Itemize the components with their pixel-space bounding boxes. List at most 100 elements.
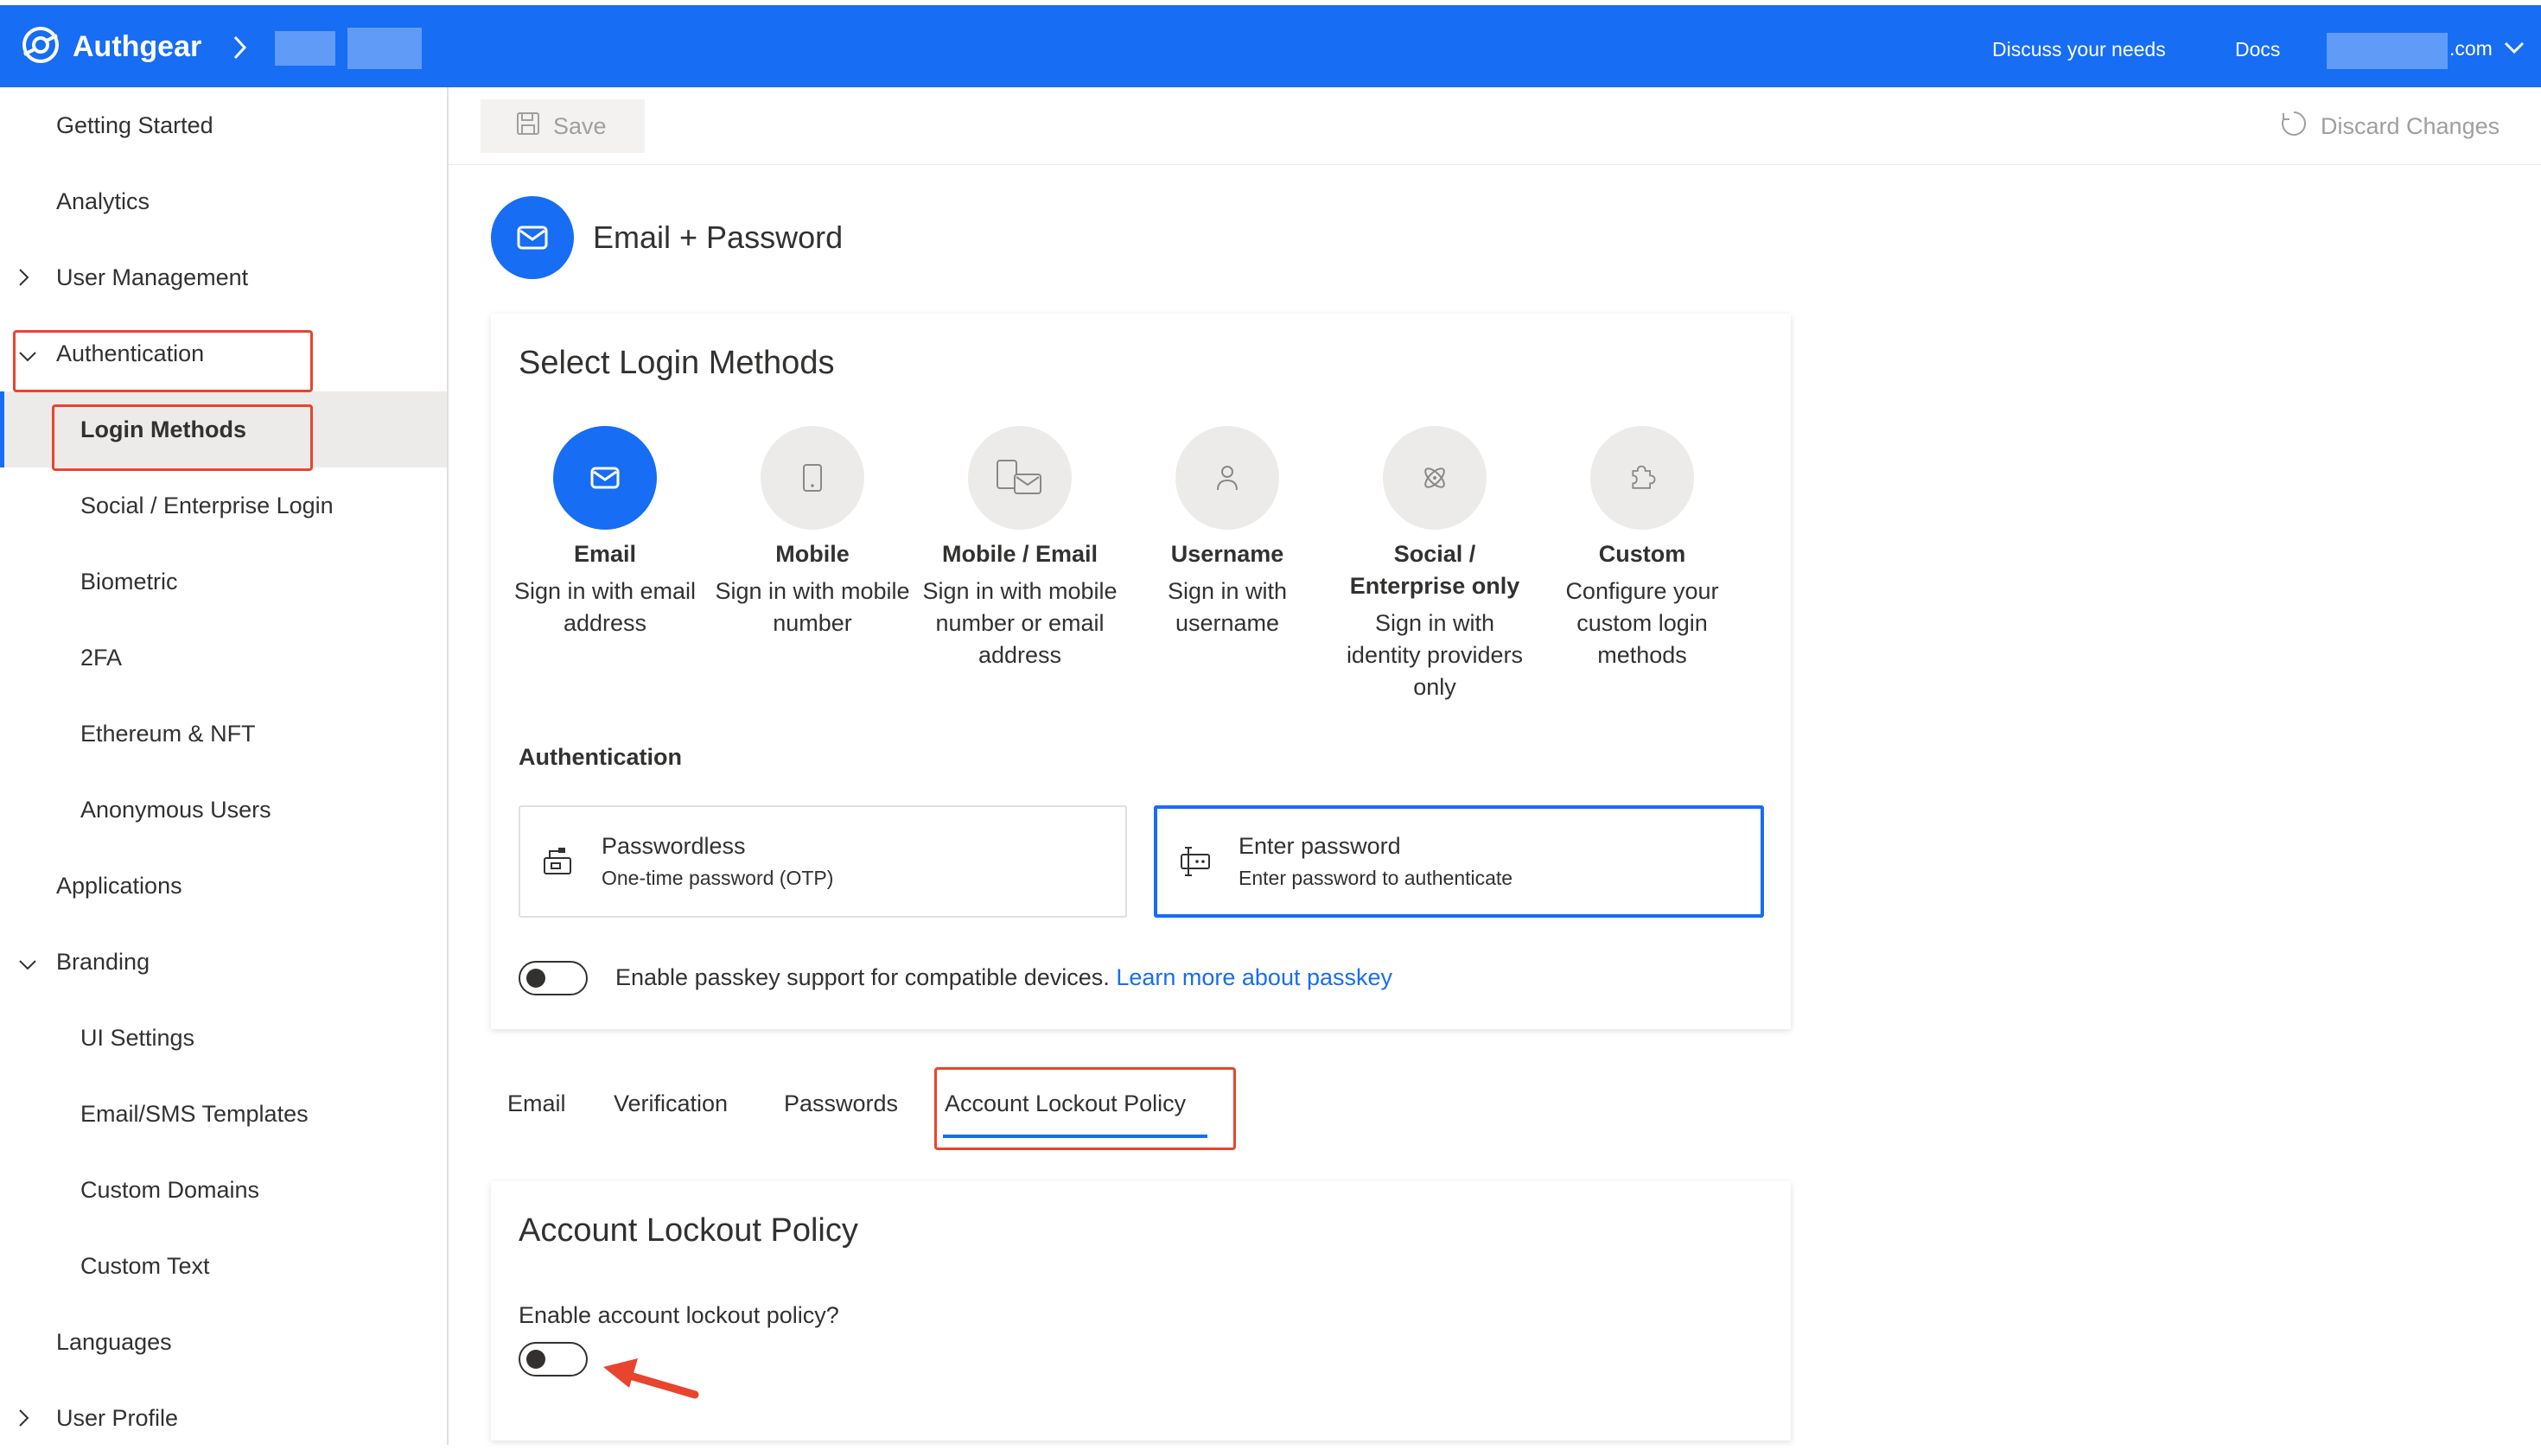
docs-link[interactable]: Docs bbox=[2235, 38, 2280, 61]
method-email[interactable]: Email Sign in with email address bbox=[506, 426, 704, 639]
method-name: Mobile bbox=[775, 541, 850, 567]
sidebar-item-custom-domains[interactable]: Custom Domains bbox=[0, 1152, 447, 1228]
brand[interactable]: Authgear bbox=[19, 25, 201, 68]
auth-option-subtitle: One-time password (OTP) bbox=[602, 867, 834, 889]
sidebar-item-ethereum-nft[interactable]: Ethereum & NFT bbox=[0, 696, 447, 772]
atom-icon bbox=[1383, 426, 1487, 530]
sidebar-item-getting-started[interactable]: Getting Started bbox=[0, 87, 447, 163]
person-icon bbox=[1175, 426, 1279, 530]
sidebar-item-label: Branding bbox=[56, 948, 150, 975]
tab-verification[interactable]: Verification bbox=[614, 1078, 728, 1129]
sidebar-item-label: Social / Enterprise Login bbox=[80, 492, 334, 518]
discuss-needs-link[interactable]: Discuss your needs bbox=[1992, 38, 2166, 61]
method-name: Custom bbox=[1598, 541, 1686, 567]
login-methods-row: Email Sign in with email address Mobile … bbox=[506, 426, 1776, 720]
page-header: Email + Password bbox=[491, 196, 843, 279]
sidebar-item-label: Custom Domains bbox=[80, 1176, 260, 1203]
phone-envelope-icon bbox=[968, 426, 1072, 530]
sidebar-item-social-enterprise-login[interactable]: Social / Enterprise Login bbox=[0, 467, 447, 544]
sidebar-item-label: Custom Text bbox=[80, 1252, 210, 1279]
sidebar-item-label: Ethereum & NFT bbox=[80, 720, 256, 747]
discard-label: Discard Changes bbox=[2321, 113, 2500, 139]
tab-email[interactable]: Email bbox=[507, 1078, 566, 1129]
command-bar: Save Discard Changes bbox=[449, 87, 2541, 165]
sidebar-item-label: Anonymous Users bbox=[80, 796, 271, 823]
passkey-toggle[interactable] bbox=[519, 961, 588, 995]
mailbox-icon bbox=[539, 842, 577, 881]
sidebar-item-anonymous-users[interactable]: Anonymous Users bbox=[0, 772, 447, 848]
annotation-arrow-icon bbox=[603, 1358, 699, 1399]
lockout-toggle-label: Enable account lockout policy? bbox=[519, 1302, 839, 1328]
sidebar-item-analytics[interactable]: Analytics bbox=[0, 163, 447, 239]
page-title: Email + Password bbox=[593, 219, 844, 255]
brand-name: Authgear bbox=[73, 29, 202, 63]
login-methods-card: Select Login Methods Email Sign in with … bbox=[491, 314, 1791, 1029]
save-button[interactable]: Save bbox=[481, 99, 645, 153]
method-desc: Sign in with username bbox=[1167, 578, 1288, 636]
puzzle-icon bbox=[1590, 426, 1694, 530]
auth-option-title: Enter password bbox=[1239, 833, 1401, 859]
account-lockout-toggle[interactable] bbox=[519, 1342, 588, 1377]
method-mobile[interactable]: Mobile Sign in with mobile number bbox=[713, 426, 912, 639]
sidebar-item-ui-settings[interactable]: UI Settings bbox=[0, 1000, 447, 1076]
envelope-icon bbox=[491, 196, 574, 279]
method-desc: Configure your custom login methods bbox=[1565, 578, 1719, 668]
tab-passwords[interactable]: Passwords bbox=[784, 1078, 898, 1129]
save-label: Save bbox=[553, 112, 607, 139]
chevron-right-icon bbox=[17, 267, 31, 294]
authentication-label: Authentication bbox=[519, 744, 682, 770]
sidebar: Getting Started Analytics User Managemen… bbox=[0, 87, 449, 1445]
project-name-redacted-2 bbox=[347, 28, 422, 69]
account-menu[interactable]: .com bbox=[2449, 37, 2493, 60]
sidebar-item-label: User Management bbox=[56, 264, 249, 290]
auth-option-passwordless[interactable]: Passwordless One-time password (OTP) bbox=[519, 805, 1127, 918]
sidebar-item-label: UI Settings bbox=[80, 1024, 195, 1051]
envelope-icon bbox=[553, 426, 657, 530]
highlight-box-login-methods bbox=[52, 404, 313, 471]
auth-option-subtitle: Enter password to authenticate bbox=[1239, 867, 1513, 889]
passkey-label-text: Enable passkey support for compatible de… bbox=[615, 964, 1110, 990]
sidebar-item-custom-text[interactable]: Custom Text bbox=[0, 1228, 447, 1304]
highlight-box-lockout-tab bbox=[934, 1067, 1236, 1150]
sidebar-item-label: Languages bbox=[56, 1328, 172, 1355]
sidebar-item-label: Getting Started bbox=[56, 111, 213, 138]
authgear-logo-icon bbox=[19, 23, 62, 71]
save-icon bbox=[515, 111, 541, 143]
method-name: Username bbox=[1170, 541, 1284, 567]
sidebar-item-label: 2FA bbox=[80, 644, 123, 671]
account-suffix: .com bbox=[2449, 37, 2493, 60]
learn-more-passkey-link[interactable]: Learn more about passkey bbox=[1116, 964, 1392, 990]
sidebar-item-label: Email/SMS Templates bbox=[80, 1100, 309, 1127]
card-title: Account Lockout Policy bbox=[519, 1212, 858, 1249]
method-custom[interactable]: Custom Configure your custom login metho… bbox=[1543, 426, 1742, 671]
chevron-down-icon[interactable] bbox=[2503, 40, 2525, 60]
chevron-down-icon bbox=[17, 951, 38, 978]
method-username[interactable]: Username Sign in with username bbox=[1128, 426, 1327, 639]
sidebar-item-biometric[interactable]: Biometric bbox=[0, 544, 447, 620]
auth-option-enter-password[interactable]: Enter password Enter password to authent… bbox=[1154, 805, 1764, 918]
method-name: Email bbox=[573, 541, 637, 567]
sidebar-item-2fa[interactable]: 2FA bbox=[0, 620, 447, 696]
method-social-enterprise[interactable]: Social / Enterprise only Sign in with id… bbox=[1335, 426, 1534, 703]
method-desc: Sign in with mobile number or email addr… bbox=[922, 578, 1118, 668]
breadcrumb-chevron-icon bbox=[232, 35, 249, 65]
sidebar-item-branding[interactable]: Branding bbox=[0, 924, 447, 1000]
highlight-box-authentication bbox=[13, 330, 313, 392]
sidebar-item-languages[interactable]: Languages bbox=[0, 1304, 447, 1380]
method-mobile-email[interactable]: Mobile / Email Sign in with mobile numbe… bbox=[920, 426, 1119, 671]
refresh-icon bbox=[2279, 109, 2309, 144]
top-bar: Authgear Discuss your needs Docs .com bbox=[0, 5, 2541, 87]
discard-changes-button[interactable]: Discard Changes bbox=[2279, 109, 2500, 144]
password-field-icon bbox=[1176, 842, 1214, 881]
sidebar-item-user-management[interactable]: User Management bbox=[0, 239, 447, 315]
project-name-redacted[interactable] bbox=[275, 31, 335, 66]
method-desc: Sign in with email address bbox=[513, 578, 697, 636]
auth-option-text: Passwordless One-time password (OTP) bbox=[602, 833, 833, 890]
passkey-toggle-label: Enable passkey support for compatible de… bbox=[615, 964, 1392, 991]
sidebar-item-applications[interactable]: Applications bbox=[0, 848, 447, 924]
auth-option-text: Enter password Enter password to authent… bbox=[1239, 833, 1512, 890]
sidebar-item-label: Applications bbox=[56, 872, 182, 899]
main-content: Save Discard Changes Email + Password Se… bbox=[449, 87, 2541, 1445]
method-desc: Sign in with identity providers only bbox=[1346, 610, 1524, 700]
sidebar-item-email-sms-templates[interactable]: Email/SMS Templates bbox=[0, 1076, 447, 1152]
